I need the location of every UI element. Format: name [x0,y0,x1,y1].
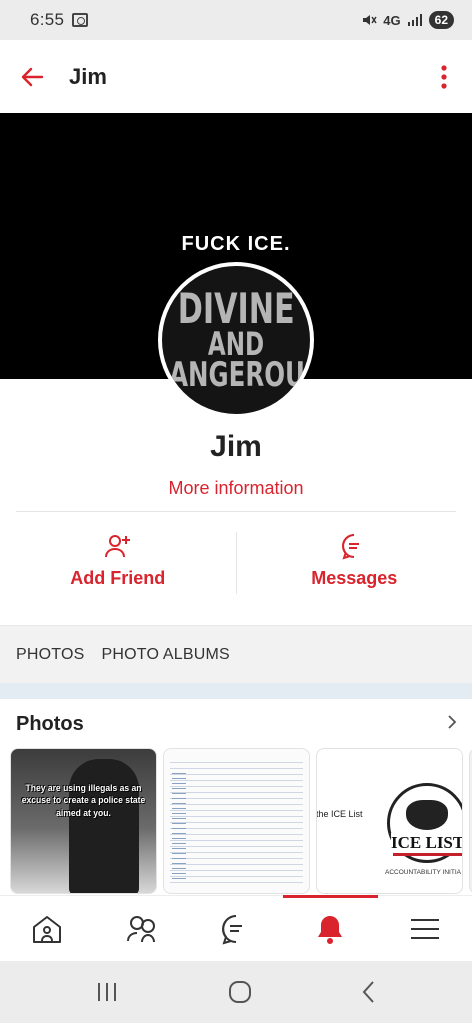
home-button-icon[interactable] [228,980,252,1004]
avatar-text-line: DANGEROUS [162,354,314,395]
home-icon [33,915,62,943]
add-friend-icon [104,535,130,558]
photo-thumbnail[interactable]: They are using illegals as an excuse to … [10,748,157,894]
status-bar: 6:55 4G 62 [0,0,472,40]
thumbnail-footer: ACCOUNTABILITY INITIA [385,869,461,876]
thumbnail-text: the ICE List [316,809,363,819]
page-title: Jim [69,63,107,89]
chat-bubble-icon [342,534,360,560]
recent-apps-icon[interactable] [95,981,119,1003]
add-friend-button[interactable]: Add Friend [0,532,236,594]
photos-title: Photos [16,713,84,735]
document-lines [170,757,303,887]
bottom-navigation [0,895,472,961]
status-time: 6:55 [30,10,65,29]
back-arrow-icon [21,67,44,86]
nav-friends[interactable] [94,896,188,961]
profile-tabs: PHOTOS PHOTO ALBUMS [0,625,472,683]
avatar[interactable]: DIVINE AND DANGEROUS [158,262,314,418]
messages-button[interactable]: Messages [237,532,472,594]
messages-label: Messages [311,568,398,588]
cover-text: FUCK ICE. [181,233,291,255]
system-navigation-bar [0,961,472,1023]
profile-name: Jim [210,430,262,463]
more-options-button[interactable] [424,49,464,105]
thumbnail-caption: They are using illegals as an excuse to … [21,783,146,819]
status-indicators: 4G 62 [361,11,454,29]
section-gap [0,683,472,699]
friends-icon [126,915,155,942]
screenshot-icon [72,13,89,27]
photo-thumbnail[interactable] [163,748,310,894]
back-icon[interactable] [361,980,377,1004]
chat-bubble-icon [222,914,243,944]
add-friend-label: Add Friend [70,568,166,588]
photos-section: Photos They are using illegals as an exc… [0,699,472,895]
document-column [172,769,186,883]
kebab-menu-icon [441,64,447,89]
bell-icon [318,915,343,944]
soldier-figure [69,759,139,893]
nav-menu[interactable] [378,896,472,961]
nav-notifications[interactable] [283,895,379,961]
mute-icon [363,15,377,25]
nav-messages[interactable] [189,896,283,961]
signal-icon [407,14,422,26]
hamburger-menu-icon [410,918,439,939]
chevron-right-icon[interactable] [446,713,458,736]
back-button[interactable] [4,49,60,105]
thumbnail-label: ICE LIST [391,833,463,853]
avatar-text-line: DIVINE [177,283,295,333]
app-header: Jim [0,40,472,113]
battery-badge: 62 [428,11,454,29]
profile-actions: Add Friend Messages [0,532,472,594]
divider [393,853,462,856]
photo-thumbnail[interactable]: the ICE List ICE LIST ACCOUNTABILITY INI… [316,748,463,894]
divider [16,511,456,512]
photo-thumbnails: They are using illegals as an excuse to … [10,748,472,894]
network-label: 4G [383,12,401,28]
nav-home[interactable] [0,896,94,961]
more-information-link[interactable]: More information [0,478,472,499]
tab-photos[interactable]: PHOTOS [16,646,84,664]
tab-photo-albums[interactable]: PHOTO ALBUMS [101,646,229,664]
